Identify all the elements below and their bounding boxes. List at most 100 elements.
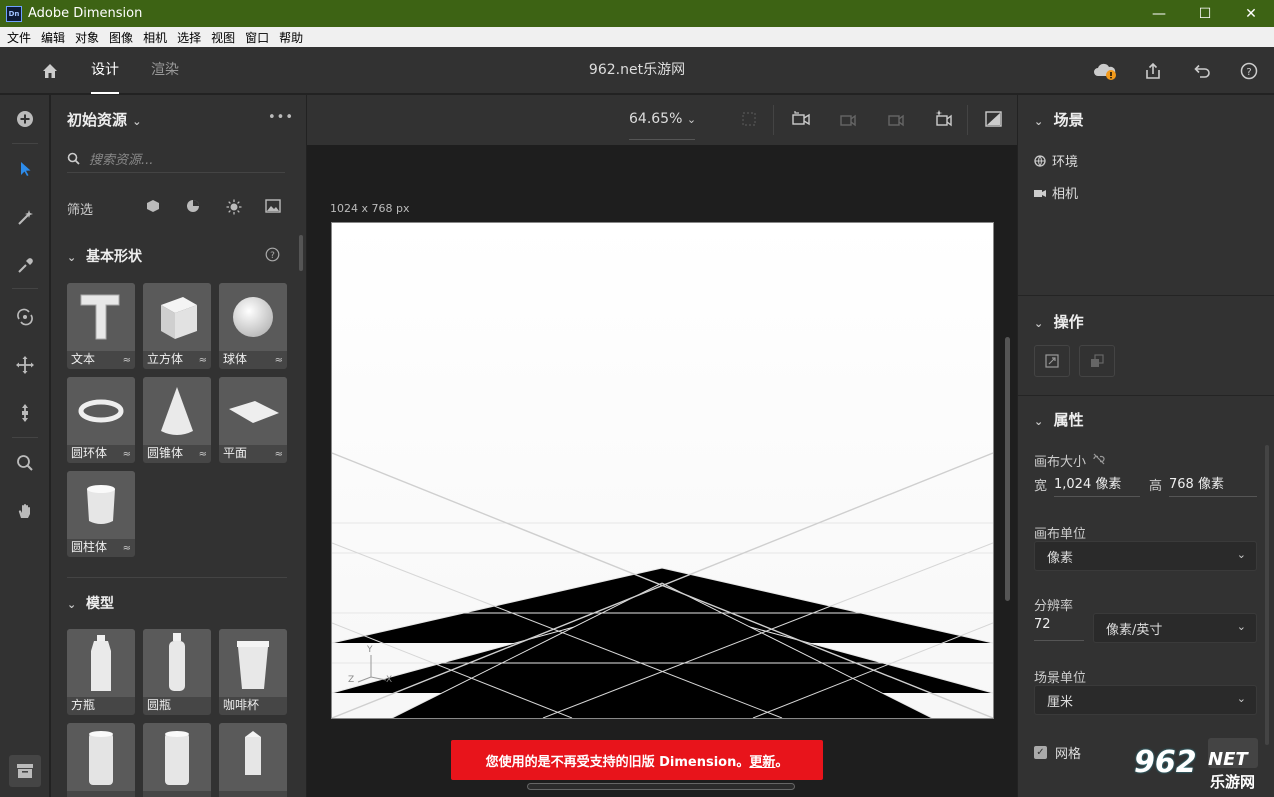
properties-scrollbar[interactable]: [1265, 445, 1269, 745]
menu-select[interactable]: 选择: [172, 29, 206, 46]
zoom-tool-icon[interactable]: [10, 448, 40, 478]
undo-icon[interactable]: [1189, 59, 1213, 83]
camera-view-icon[interactable]: [791, 109, 811, 133]
adjust-icon[interactable]: ≈: [199, 355, 207, 366]
asset-sphere[interactable]: 球体 ≈: [219, 283, 287, 369]
magic-wand-icon[interactable]: [10, 203, 40, 233]
filter-images-icon[interactable]: [265, 199, 281, 217]
actions-header[interactable]: ⌄ 操作: [1034, 311, 1084, 332]
asset-label: 文本: [71, 352, 96, 366]
unlink-icon[interactable]: [1092, 452, 1106, 466]
menu-help[interactable]: 帮助: [274, 29, 308, 46]
asset-cone[interactable]: 圆锥体 ≈: [143, 377, 211, 463]
asset-cube[interactable]: 立方体 ≈: [143, 283, 211, 369]
update-link[interactable]: 更新: [749, 751, 775, 770]
canvas-unit-select[interactable]: 像素 ⌄: [1034, 541, 1257, 571]
panel-toggle-icon[interactable]: [9, 755, 41, 787]
orbit-tool-icon[interactable]: [10, 302, 40, 332]
asset-carton[interactable]: [219, 723, 287, 797]
adjust-icon[interactable]: ≈: [123, 543, 131, 554]
resolution-unit-select[interactable]: 像素/英寸 ⌄: [1093, 613, 1257, 643]
menu-edit[interactable]: 编辑: [36, 29, 70, 46]
asset-label: 圆环体: [71, 446, 108, 460]
menu-file[interactable]: 文件: [2, 29, 36, 46]
scene-camera[interactable]: 相机: [1034, 183, 1078, 202]
axis-y-label: Y: [367, 645, 373, 655]
chevron-down-icon: ⌄: [1236, 548, 1246, 561]
tab-design[interactable]: 设计: [91, 47, 119, 94]
camera-undo-icon[interactable]: [837, 109, 857, 133]
dolly-tool-icon[interactable]: [10, 398, 40, 428]
height-field[interactable]: 768 像素: [1169, 473, 1257, 497]
more-options-icon[interactable]: •••: [268, 110, 294, 125]
menu-image[interactable]: 图像: [104, 29, 138, 46]
svg-text:?: ?: [270, 251, 275, 261]
width-field[interactable]: 1,024 像素: [1054, 473, 1140, 497]
tab-render[interactable]: 渲染: [151, 47, 179, 94]
canvas-viewport[interactable]: Y X Z: [331, 222, 994, 719]
render-preview-icon[interactable]: [984, 109, 1004, 133]
home-icon[interactable]: [38, 59, 62, 83]
match-image-icon[interactable]: [1079, 345, 1115, 377]
tool-divider: [12, 143, 38, 144]
info-icon[interactable]: ?: [265, 247, 280, 266]
hand-tool-icon[interactable]: [10, 496, 40, 526]
eyedropper-icon[interactable]: [10, 251, 40, 281]
asset-text[interactable]: 文本 ≈: [67, 283, 135, 369]
move-tool-icon[interactable]: [10, 350, 40, 380]
filter-lights-icon[interactable]: [226, 199, 242, 219]
panel-divider: [1018, 295, 1274, 296]
asset-torus[interactable]: 圆环体 ≈: [67, 377, 135, 463]
maximize-button[interactable]: ☐: [1182, 0, 1228, 27]
asset-can[interactable]: [67, 723, 135, 797]
checkbox-check-icon: ✓: [1034, 746, 1047, 759]
adjust-icon[interactable]: ≈: [275, 355, 283, 366]
banner-text: 您使用的是不再受支持的旧版 Dimension。: [485, 754, 750, 770]
canvas-hscrollbar[interactable]: [527, 783, 795, 790]
resolution-field[interactable]: 72: [1034, 617, 1084, 641]
asset-can-2[interactable]: [143, 723, 211, 797]
adjust-icon[interactable]: ≈: [123, 449, 131, 460]
fit-to-canvas-icon[interactable]: [1034, 345, 1070, 377]
asset-round-bottle[interactable]: 圆瓶: [143, 629, 211, 715]
asset-cylinder[interactable]: 圆柱体 ≈: [67, 471, 135, 557]
scene-unit-select[interactable]: 厘米 ⌄: [1034, 685, 1257, 715]
filter-models-icon[interactable]: [146, 199, 160, 217]
asset-square-bottle[interactable]: 方瓶: [67, 629, 135, 715]
cloud-sync-icon[interactable]: [1093, 59, 1117, 83]
assets-scrollbar[interactable]: [299, 235, 303, 271]
search-input[interactable]: 搜索资源...: [67, 145, 285, 173]
basic-shapes-header[interactable]: ⌄ 基本形状: [67, 246, 142, 266]
menu-view[interactable]: 视图: [206, 29, 240, 46]
models-header[interactable]: ⌄ 模型: [67, 593, 114, 613]
canvas-size-label: 1024 x 768 px: [330, 202, 410, 215]
menu-window[interactable]: 窗口: [240, 29, 274, 46]
asset-plane[interactable]: 平面 ≈: [219, 377, 287, 463]
site-watermark-logo: 962 NET 乐游网: [1134, 745, 1256, 791]
camera-bookmark-icon[interactable]: [933, 109, 953, 133]
menu-object[interactable]: 对象: [70, 29, 104, 46]
adjust-icon[interactable]: ≈: [275, 449, 283, 460]
grid-checkbox[interactable]: ✓ 网格: [1034, 743, 1081, 762]
scene-header[interactable]: ⌄ 场景: [1034, 109, 1084, 130]
assets-title[interactable]: 初始资源 ⌄: [67, 109, 141, 130]
select-tool-icon[interactable]: [10, 154, 40, 184]
minimize-button[interactable]: —: [1136, 0, 1182, 27]
share-icon[interactable]: [1141, 59, 1165, 83]
adjust-icon[interactable]: ≈: [123, 355, 131, 366]
close-button[interactable]: ✕: [1228, 0, 1274, 27]
chevron-down-icon: ⌄: [1034, 317, 1044, 330]
camera-redo-icon[interactable]: [885, 109, 905, 133]
scene-environment[interactable]: 环境: [1034, 151, 1078, 170]
frame-icon[interactable]: [741, 111, 757, 131]
asset-coffee-cup[interactable]: 咖啡杯: [219, 629, 287, 715]
help-icon[interactable]: ?: [1237, 59, 1261, 83]
search-placeholder: 搜索资源...: [89, 153, 154, 168]
canvas-vscrollbar[interactable]: [1005, 337, 1010, 601]
zoom-dropdown[interactable]: 64.65% ⌄: [629, 111, 696, 127]
add-icon[interactable]: [10, 104, 40, 134]
filter-materials-icon[interactable]: [186, 199, 200, 217]
adjust-icon[interactable]: ≈: [199, 449, 207, 460]
menu-camera[interactable]: 相机: [138, 29, 172, 46]
properties-header[interactable]: ⌄ 属性: [1034, 409, 1084, 430]
